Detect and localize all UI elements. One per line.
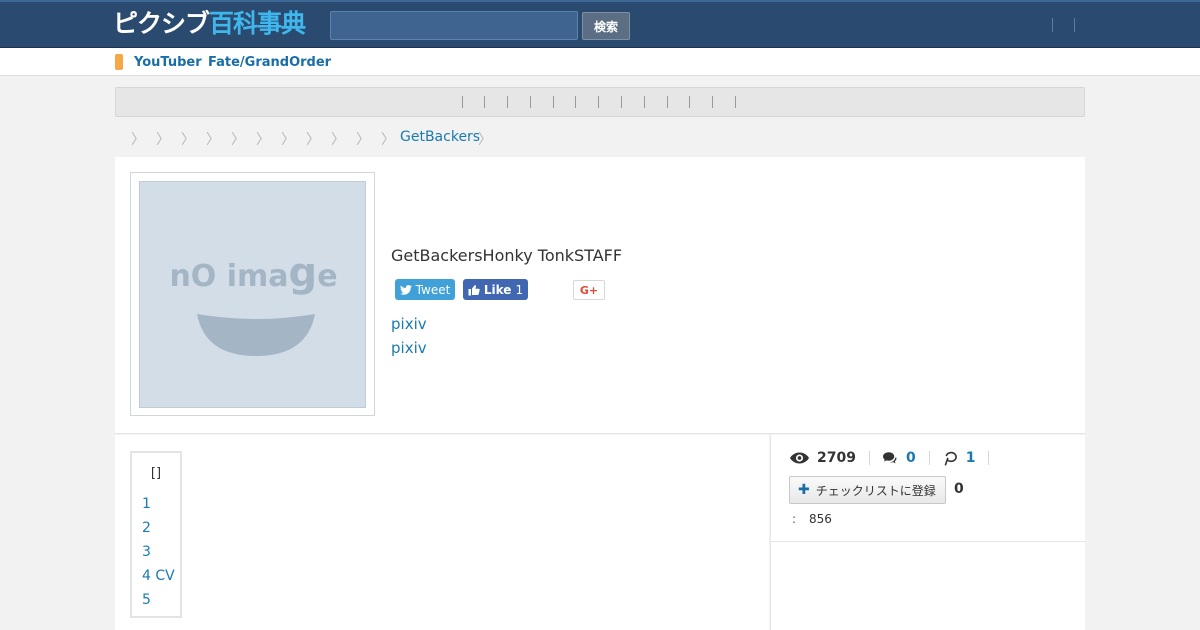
trending-tag-bar: YouTuber Fate/GrandOrder	[0, 48, 1200, 76]
breadcrumb-separator: 〉	[156, 132, 170, 148]
trending-tag-fate[interactable]: Fate/GrandOrder	[208, 55, 331, 70]
category-separator	[530, 96, 531, 108]
category-separator	[598, 96, 599, 108]
facebook-like-button[interactable]: Like 1	[463, 279, 528, 300]
breadcrumb-separator: 〉	[381, 132, 395, 148]
article-stats-panel: 2709 0 1 ✚ チェックリストに登録 0 : 856	[770, 435, 1086, 630]
no-image-placeholder: nO image	[139, 181, 366, 408]
stat-separator	[988, 451, 990, 465]
breadcrumb-current[interactable]: GetBackers	[400, 129, 480, 145]
stat-separator	[928, 451, 930, 465]
pixiv-link[interactable]: pixiv	[391, 339, 427, 357]
category-separator	[575, 96, 576, 108]
like-label: Like	[483, 282, 512, 297]
tweet-label: Tweet	[415, 282, 451, 297]
article-body: [] 1 2 3 4 CV 5	[115, 435, 769, 630]
tag-marker	[115, 54, 123, 70]
toc-item[interactable]: 3	[142, 544, 151, 560]
breadcrumb-separator: 〉	[256, 132, 270, 148]
article-summary: GetBackersHonky TonkSTAFF	[391, 246, 623, 265]
search-button[interactable]: 検索	[582, 12, 630, 40]
search-input[interactable]	[330, 11, 578, 40]
breadcrumb-separator: 〉	[281, 132, 295, 148]
toc-title: []	[150, 466, 162, 481]
article-thumbnail[interactable]: nO image	[130, 172, 375, 416]
category-separator	[507, 96, 508, 108]
breadcrumb-separator: 〉	[181, 132, 195, 148]
category-separator	[735, 96, 736, 108]
pixiv-link[interactable]: pixiv	[391, 315, 427, 333]
category-separator	[462, 96, 463, 108]
breadcrumb-separator: 〉	[231, 132, 245, 148]
checklist-count: 0	[954, 481, 964, 497]
toc-item[interactable]: 1	[142, 496, 151, 512]
header-divider	[1074, 18, 1075, 32]
logo-part-pixiv: ピクシブ	[113, 9, 210, 38]
no-image-text-right: e	[317, 259, 338, 294]
add-to-checklist-button[interactable]: ✚ チェックリストに登録	[789, 476, 946, 504]
pixiv-p-icon	[944, 451, 957, 466]
logo-part-encyclopedia: 百科事典	[209, 9, 306, 38]
breadcrumb-separator: 〉	[356, 132, 370, 148]
category-separator	[553, 96, 554, 108]
thumbs-up-icon	[468, 284, 480, 295]
site-header: ピクシブ 百科事典 検索	[0, 0, 1200, 48]
stats-divider	[771, 541, 1086, 542]
table-of-contents: [] 1 2 3 4 CV 5	[130, 451, 182, 618]
article-header: nO image GetBackersHonky TonkSTAFF Tweet…	[115, 157, 1085, 434]
view-count-value: 2709	[817, 450, 856, 466]
header-divider	[1052, 18, 1053, 32]
category-separator	[621, 96, 622, 108]
category-separator	[484, 96, 485, 108]
category-nav	[115, 87, 1085, 117]
toc-item[interactable]: 5	[142, 592, 151, 608]
pin-count[interactable]: 1	[943, 450, 976, 466]
plus-icon: ✚	[798, 482, 810, 498]
comment-count[interactable]: 0	[882, 450, 916, 466]
breadcrumb-separator: 〉	[131, 132, 145, 148]
category-separator	[644, 96, 645, 108]
breadcrumb-separator: 〉	[206, 132, 220, 148]
no-image-logo: nO image	[140, 250, 367, 296]
comments-icon	[882, 451, 897, 463]
trending-tag-youtuber[interactable]: YouTuber	[134, 55, 202, 70]
breadcrumb-separator: 〉	[306, 132, 320, 148]
misc-stat-value: 856	[809, 512, 832, 526]
breadcrumb-separator: 〉	[478, 132, 492, 148]
toc-item[interactable]: 4 CV	[142, 568, 175, 584]
stat-separator	[868, 451, 870, 465]
toc-item[interactable]: 2	[142, 520, 151, 536]
smile-icon	[197, 314, 315, 356]
misc-stat-label: :	[792, 512, 797, 526]
breadcrumb-separator: 〉	[331, 132, 345, 148]
category-separator	[689, 96, 690, 108]
pin-count-value: 1	[965, 450, 976, 466]
view-count: 2709	[790, 450, 856, 466]
stats-row: 2709 0 1	[790, 449, 1002, 467]
category-separator	[712, 96, 713, 108]
tweet-button[interactable]: Tweet	[395, 279, 455, 300]
no-image-glyph: g	[288, 250, 318, 296]
checklist-button-label: チェックリストに登録	[815, 483, 936, 498]
comment-count-value: 0	[905, 450, 916, 466]
google-plus-button[interactable]: G+	[573, 280, 605, 300]
site-logo[interactable]: ピクシブ 百科事典	[113, 9, 306, 39]
no-image-text-left: nO ima	[169, 259, 289, 294]
category-separator	[667, 96, 668, 108]
like-count: 1	[515, 282, 524, 297]
eye-icon	[790, 452, 809, 464]
twitter-bird-icon	[399, 284, 412, 295]
